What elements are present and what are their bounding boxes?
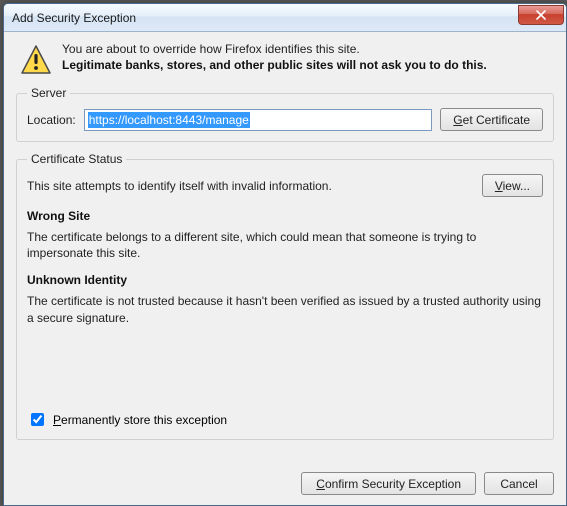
permanent-store-label: Permanently store this exception: [53, 413, 227, 427]
confirm-button[interactable]: Confirm Security Exception: [301, 472, 476, 495]
intro-line2: Legitimate banks, stores, and other publ…: [62, 58, 550, 72]
wrong-site-heading: Wrong Site: [27, 209, 543, 223]
warning-icon: [20, 44, 52, 76]
close-icon: [536, 10, 546, 20]
titlebar: Add Security Exception: [4, 4, 566, 32]
server-fieldset: Server Location: https://localhost:8443/…: [16, 86, 554, 142]
wrong-site-text: The certificate belongs to a different s…: [27, 229, 543, 261]
status-summary: This site attempts to identify itself wi…: [27, 179, 474, 193]
unknown-identity-heading: Unknown Identity: [27, 273, 543, 287]
close-button[interactable]: [518, 5, 564, 25]
get-cert-rest: et Certificate: [463, 113, 530, 127]
dialog-window: Add Security Exception You are about to …: [3, 3, 567, 506]
dialog-content: You are about to override how Firefox id…: [4, 32, 566, 462]
certificate-status-legend: Certificate Status: [27, 152, 126, 166]
intro-line1: You are about to override how Firefox id…: [62, 42, 550, 56]
server-legend: Server: [27, 86, 70, 100]
get-certificate-button[interactable]: Get Certificate: [440, 108, 543, 131]
perm-rest: ermanently store this exception: [61, 413, 227, 427]
unknown-identity-text: The certificate is not trusted because i…: [27, 293, 543, 325]
location-label: Location:: [27, 113, 76, 127]
permanent-store-checkbox[interactable]: [31, 413, 44, 426]
intro-section: You are about to override how Firefox id…: [16, 42, 554, 76]
location-value: https://localhost:8443/manage: [88, 112, 250, 128]
view-rest: iew...: [503, 179, 530, 193]
certificate-status-fieldset: Certificate Status This site attempts to…: [16, 152, 554, 440]
view-button[interactable]: View...: [482, 174, 543, 197]
window-title: Add Security Exception: [12, 11, 518, 25]
permanent-store-row[interactable]: Permanently store this exception: [27, 402, 543, 429]
intro-text: You are about to override how Firefox id…: [62, 42, 550, 76]
confirm-rest: onfirm Security Exception: [325, 477, 461, 491]
cancel-button[interactable]: Cancel: [484, 472, 554, 495]
location-input[interactable]: https://localhost:8443/manage: [84, 109, 433, 131]
dialog-footer: Confirm Security Exception Cancel: [4, 462, 566, 505]
